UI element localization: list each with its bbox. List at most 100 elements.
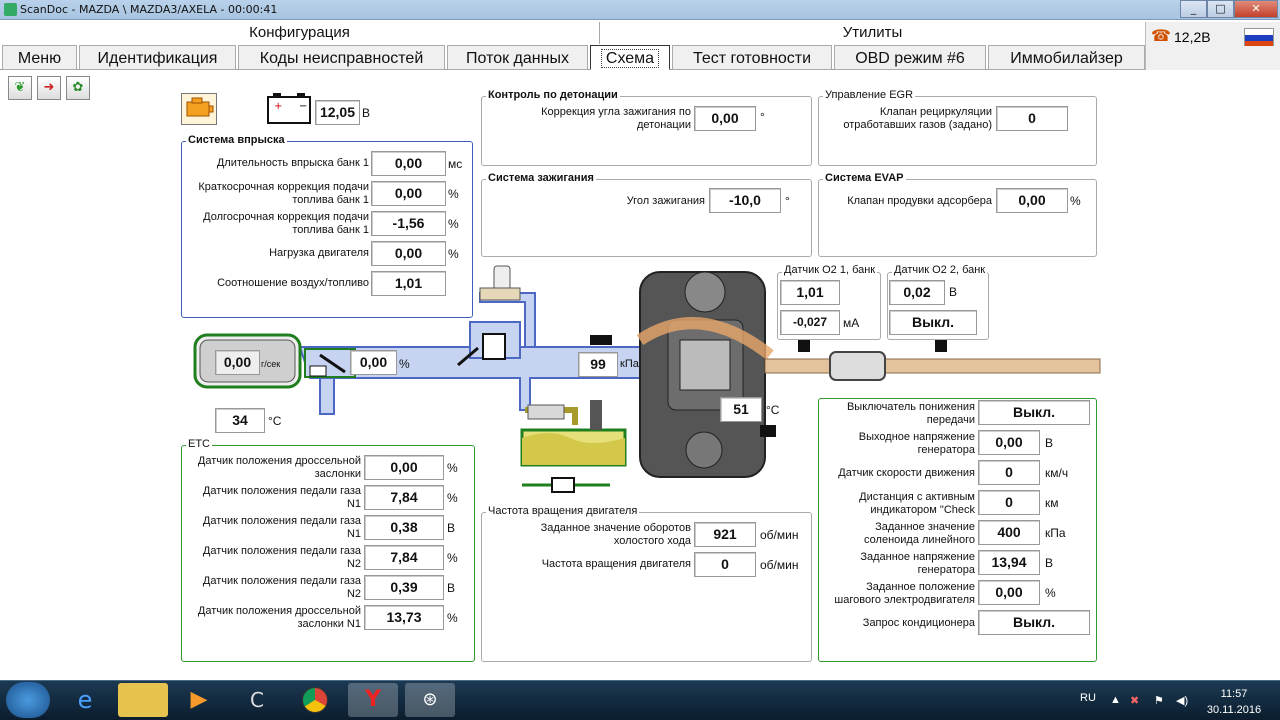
maf-unit: г/сек: [261, 359, 281, 369]
battery-icon: + −: [265, 91, 313, 126]
iat-value: 34: [215, 408, 265, 433]
etc-unit-6: %: [447, 611, 458, 625]
injection-label-1: Длительность впрыска банк 1: [216, 157, 369, 169]
etc-value-5: 0,39: [364, 575, 444, 600]
tab-fault-codes[interactable]: Коды неисправностей: [238, 45, 445, 70]
o2-sensor-1-current-unit: мА: [843, 316, 860, 330]
misc-unit-5: кПа: [1045, 526, 1066, 540]
etc-value-4: 7,84: [364, 545, 444, 570]
language-indicator[interactable]: RU: [1080, 692, 1096, 704]
knock-value: 0,00: [694, 106, 756, 131]
evap-label: Клапан продувки адсорбера: [847, 195, 992, 207]
tab-obd-mode6[interactable]: OBD режим #6: [834, 45, 986, 70]
clock-time[interactable]: 11:57: [1212, 688, 1256, 700]
evap-title: Система EVAP: [823, 172, 906, 184]
battery-voltage-unit: В: [362, 106, 371, 120]
rpm-value-2: 0: [694, 552, 756, 577]
tray-arrow-icon[interactable]: ▲: [1110, 694, 1121, 706]
knock-unit: °: [760, 110, 765, 124]
exit-icon[interactable]: ➜: [37, 76, 61, 100]
injection-title: Система впрыска: [186, 134, 287, 146]
maximize-button[interactable]: □: [1207, 0, 1234, 18]
scandoc-taskbar-icon[interactable]: ⊛: [405, 683, 455, 717]
egr-title: Управление EGR: [823, 89, 916, 101]
misc-label-1: Выключатель понижения передачи: [846, 401, 975, 426]
rpm-value-1: 921: [694, 522, 756, 547]
misc-value-7: 0,00: [978, 580, 1040, 605]
russia-flag-icon[interactable]: [1244, 28, 1274, 46]
etc-unit-4: %: [447, 551, 458, 565]
section-config: Конфигурация: [0, 22, 600, 44]
etc-title: ETC: [186, 438, 212, 450]
etc-value-3: 0,38: [364, 515, 444, 540]
rpm-title: Частота вращения двигателя: [486, 505, 640, 517]
voltage-status: 12,2В: [1174, 29, 1211, 45]
minimize-button[interactable]: _: [1180, 0, 1207, 18]
internet-explorer-icon[interactable]: e: [60, 683, 110, 717]
tab-data-stream[interactable]: Поток данных: [447, 45, 588, 70]
etc-label-3: Датчик положения педали газа N1: [202, 515, 361, 540]
etc-label-2: Датчик положения педали газа N1: [202, 485, 361, 510]
window-titlebar: ScanDoc - MAZDA \ MAZDA3/AXELA - 00:00:4…: [0, 0, 1280, 20]
flag-icon[interactable]: ⚑: [1154, 694, 1164, 707]
volume-icon[interactable]: ◀): [1176, 694, 1188, 707]
tab-identification[interactable]: Идентификация: [79, 45, 236, 70]
etc-unit-5: В: [447, 581, 456, 595]
evap-value: 0,00: [996, 188, 1068, 213]
ignition-unit: °: [785, 194, 790, 208]
misc-unit-3: км/ч: [1045, 466, 1069, 480]
map-unit: кПа: [620, 358, 639, 370]
misc-value-2: 0,00: [978, 430, 1040, 455]
misc-value-5: 400: [978, 520, 1040, 545]
tab-menu[interactable]: Меню: [2, 45, 77, 70]
etc-value-1: 0,00: [364, 455, 444, 480]
throttle-pos-unit: %: [399, 357, 410, 371]
close-button[interactable]: ✕: [1234, 0, 1278, 18]
svg-text:+: +: [274, 101, 282, 112]
misc-value-6: 13,94: [978, 550, 1040, 575]
egr-value: 0: [996, 106, 1068, 131]
misc-unit-7: %: [1045, 586, 1056, 600]
etc-label-4: Датчик положения педали газа N2: [202, 545, 361, 570]
ccleaner-icon[interactable]: C: [232, 683, 282, 717]
map-value: 99: [578, 352, 618, 377]
yandex-browser-icon[interactable]: Y: [348, 683, 398, 717]
check-engine-icon: [181, 93, 217, 125]
chrome-icon[interactable]: [290, 683, 340, 717]
network-icon[interactable]: ✖: [1130, 694, 1139, 707]
injection-unit-4: %: [448, 247, 459, 261]
folder-icon[interactable]: [118, 683, 168, 717]
tab-immobilizer[interactable]: Иммобилайзер: [988, 45, 1145, 70]
injection-value-2: 0,00: [371, 181, 446, 206]
injection-unit-1: мс: [448, 157, 463, 171]
knock-label: Коррекция угла зажигания по детонации: [541, 106, 691, 131]
misc-value-4: 0: [978, 490, 1040, 515]
start-button[interactable]: [6, 682, 50, 718]
maf-value: 0,00: [215, 350, 260, 375]
section-utils: Утилиты: [842, 24, 903, 41]
tab-readiness-test[interactable]: Тест готовности: [672, 45, 832, 70]
engine-settings-icon[interactable]: ✿: [66, 76, 90, 100]
misc-unit-4: км: [1045, 496, 1059, 510]
clock-date[interactable]: 30.11.2016: [1204, 704, 1264, 716]
leaf-icon[interactable]: ❦: [8, 76, 32, 100]
injection-label-2: Краткосрочная коррекция подачи топлива б…: [198, 181, 369, 206]
main-tabs: Меню Идентификация Коды неисправностей П…: [0, 45, 1145, 70]
throttle-pos-value: 0,00: [350, 350, 397, 375]
injection-unit-2: %: [448, 187, 459, 201]
o2-sensor-2-title: Датчик O2 2, банк: [892, 264, 988, 276]
tab-scheme[interactable]: Схема: [590, 45, 670, 70]
misc-label-3: Датчик скорости движения: [838, 467, 975, 479]
misc-label-5: Заданное значение соленоида линейного: [864, 521, 975, 546]
injection-value-1: 0,00: [371, 151, 446, 176]
etc-unit-2: %: [447, 491, 458, 505]
misc-label-2: Выходное напряжение генератора: [858, 431, 975, 456]
etc-value-2: 7,84: [364, 485, 444, 510]
battery-voltage-value: 12,05: [315, 100, 360, 125]
media-player-icon[interactable]: ▶: [174, 683, 224, 717]
injection-label-4: Нагрузка двигателя: [269, 247, 369, 259]
ect-value: 51: [720, 397, 762, 422]
etc-label-1: Датчик положения дроссельной заслонки: [197, 455, 361, 480]
rpm-label-1: Заданное значение оборотов холостого ход…: [540, 522, 691, 547]
misc-unit-6: В: [1045, 556, 1054, 570]
